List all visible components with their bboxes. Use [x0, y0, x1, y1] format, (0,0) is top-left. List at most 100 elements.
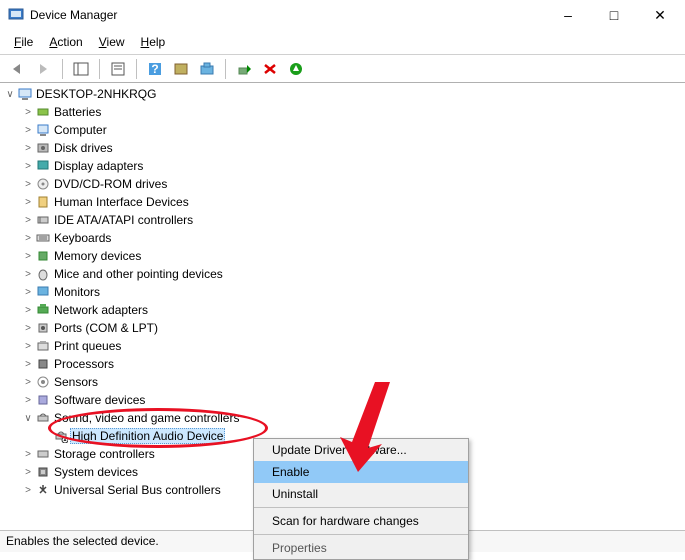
ctx-scan-hardware[interactable]: Scan for hardware changes: [254, 510, 468, 532]
expand-icon[interactable]: >: [22, 485, 34, 496]
category-icon: [34, 195, 52, 209]
expand-icon[interactable]: >: [22, 467, 34, 478]
category-icon: [34, 393, 52, 407]
category-icon: [34, 249, 52, 263]
category-label: Universal Serial Bus controllers: [52, 483, 223, 497]
expand-icon[interactable]: >: [22, 161, 34, 172]
tree-category[interactable]: >Ports (COM & LPT): [0, 319, 685, 337]
tree-category[interactable]: > Disk drives: [0, 139, 685, 157]
category-icon: [34, 447, 52, 461]
category-label: Memory devices: [52, 249, 143, 263]
category-label: Human Interface Devices: [52, 195, 191, 209]
category-icon: [34, 213, 52, 227]
category-icon: [34, 123, 52, 137]
tree-category[interactable]: >Mice and other pointing devices: [0, 265, 685, 283]
tree-category[interactable]: >Network adapters: [0, 301, 685, 319]
uninstall-button[interactable]: [258, 57, 282, 81]
expand-icon[interactable]: >: [22, 125, 34, 136]
ctx-update-driver[interactable]: Update Driver Software...: [254, 439, 468, 461]
ctx-enable[interactable]: Enable: [254, 461, 468, 483]
category-icon: [34, 339, 52, 353]
tree-category[interactable]: > Sensors: [0, 373, 685, 391]
tree-category[interactable]: > Human Interface Devices: [0, 193, 685, 211]
expand-icon[interactable]: ∨: [22, 413, 34, 424]
expand-icon[interactable]: >: [22, 143, 34, 154]
category-label: Print queues: [52, 339, 123, 353]
close-button[interactable]: ✕: [637, 0, 683, 30]
maximize-button[interactable]: □: [591, 0, 637, 30]
category-label: Processors: [52, 357, 116, 371]
menu-view[interactable]: View: [91, 32, 133, 52]
expand-icon[interactable]: >: [22, 305, 34, 316]
ctx-uninstall[interactable]: Uninstall: [254, 483, 468, 505]
tree-category[interactable]: > Memory devices: [0, 247, 685, 265]
context-menu: Update Driver Software... Enable Uninsta…: [253, 438, 469, 560]
back-button[interactable]: [6, 57, 30, 81]
minimize-button[interactable]: –: [545, 0, 591, 30]
tree-category[interactable]: >Software devices: [0, 391, 685, 409]
svg-text:?: ?: [151, 62, 158, 76]
category-icon: [34, 321, 52, 335]
show-hide-tree-button[interactable]: [69, 57, 93, 81]
properties-button[interactable]: [106, 57, 130, 81]
expand-icon[interactable]: >: [22, 323, 34, 334]
menu-bar: File Action View Help: [0, 30, 685, 55]
tree-category[interactable]: ∨Sound, video and game controllers: [0, 409, 685, 427]
category-label: Keyboards: [52, 231, 113, 245]
category-icon: [34, 141, 52, 155]
expand-icon[interactable]: >: [22, 269, 34, 280]
tree-category[interactable]: > Processors: [0, 355, 685, 373]
category-icon: [34, 303, 52, 317]
help-button[interactable]: ?: [143, 57, 167, 81]
menu-help[interactable]: Help: [133, 32, 174, 52]
category-icon: [34, 231, 52, 245]
tree-category[interactable]: > Print queues: [0, 337, 685, 355]
tree-category[interactable]: >Computer: [0, 121, 685, 139]
tree-category[interactable]: > Display adapters: [0, 157, 685, 175]
category-icon: [34, 159, 52, 173]
menu-file[interactable]: File: [6, 32, 41, 52]
ctx-separator: [254, 507, 468, 508]
expand-icon[interactable]: >: [22, 107, 34, 118]
expand-icon[interactable]: >: [22, 449, 34, 460]
enable-button[interactable]: [232, 57, 256, 81]
expand-icon[interactable]: >: [22, 197, 34, 208]
update-driver-button[interactable]: [169, 57, 193, 81]
category-icon: [34, 177, 52, 191]
category-icon: [34, 267, 52, 281]
expand-icon[interactable]: >: [22, 359, 34, 370]
tree-root[interactable]: ∨ DESKTOP-2NHKRQG: [0, 85, 685, 103]
category-label: Storage controllers: [52, 447, 157, 461]
tree-category[interactable]: >DVD/CD-ROM drives: [0, 175, 685, 193]
expand-icon[interactable]: >: [22, 377, 34, 388]
category-icon: [34, 105, 52, 119]
tree-category[interactable]: > Keyboards: [0, 229, 685, 247]
category-icon: [34, 285, 52, 299]
expand-icon[interactable]: >: [22, 179, 34, 190]
category-label: Sensors: [52, 375, 100, 389]
expand-icon[interactable]: >: [22, 287, 34, 298]
expand-icon[interactable]: >: [22, 251, 34, 262]
menu-action[interactable]: Action: [41, 32, 90, 52]
category-label: System devices: [52, 465, 140, 479]
category-label: Monitors: [52, 285, 102, 299]
ctx-separator: [254, 534, 468, 535]
category-icon: [34, 375, 52, 389]
scan-hardware-button[interactable]: [284, 57, 308, 81]
toolbar: ?: [0, 55, 685, 83]
device-label: High Definition Audio Device: [70, 428, 225, 444]
tree-category[interactable]: > Monitors: [0, 283, 685, 301]
expand-icon[interactable]: >: [22, 395, 34, 406]
computer-icon: [16, 87, 34, 101]
forward-button[interactable]: [32, 57, 56, 81]
category-label: Display adapters: [52, 159, 145, 173]
ctx-properties[interactable]: Properties: [254, 537, 468, 559]
collapse-icon[interactable]: ∨: [4, 89, 16, 100]
tree-category[interactable]: >Batteries: [0, 103, 685, 121]
expand-icon[interactable]: >: [22, 215, 34, 226]
expand-icon[interactable]: >: [22, 341, 34, 352]
expand-icon[interactable]: >: [22, 233, 34, 244]
show-hidden-button[interactable]: [195, 57, 219, 81]
category-label: Disk drives: [52, 141, 115, 155]
tree-category[interactable]: >IDE ATA/ATAPI controllers: [0, 211, 685, 229]
